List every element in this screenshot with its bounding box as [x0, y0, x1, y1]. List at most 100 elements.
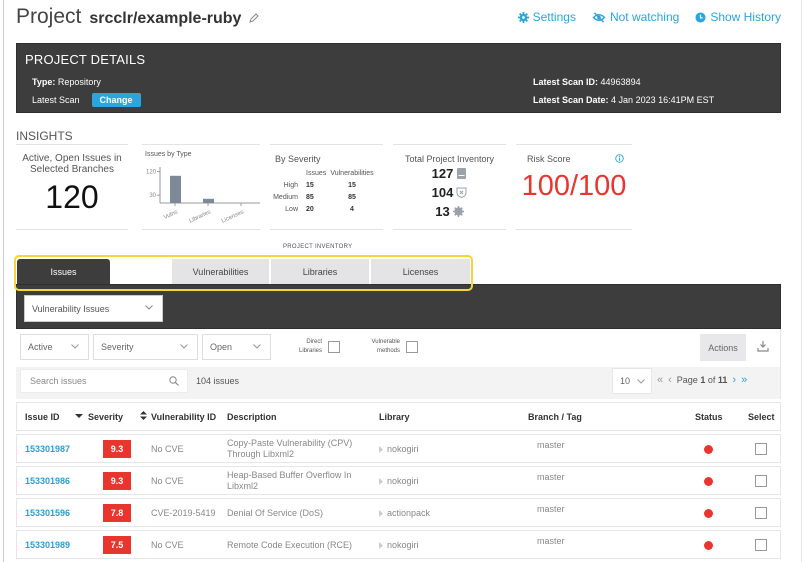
project-details-panel: PROJECT DETAILS Type: Repository Latest …	[16, 43, 781, 113]
description-line: Remote Code Execution (RCE)	[227, 540, 353, 550]
select-checkbox[interactable]	[755, 539, 767, 551]
watch-label: Not watching	[609, 10, 680, 24]
col-description: Description	[227, 412, 277, 422]
clock-icon	[695, 11, 706, 23]
vulnerable-methods-checkbox[interactable]	[406, 341, 418, 353]
severity-level: Medium	[273, 193, 298, 201]
active-issues-value: 120	[45, 179, 99, 215]
col-select: Select	[748, 412, 775, 422]
last-page-icon[interactable]: »	[741, 374, 747, 385]
left-border	[3, 0, 4, 562]
severity-issues: 15	[306, 181, 314, 189]
scrollbar-track[interactable]	[801, 0, 802, 562]
pagination: « ‹ Page 1 of 11 › »	[657, 374, 747, 385]
severity-badge: 7.8	[103, 504, 131, 522]
bar-libraries	[203, 198, 214, 203]
description: Denial Of Service (DoS)	[227, 508, 323, 519]
chevron-down-icon	[180, 344, 188, 349]
select-checkbox[interactable]	[755, 443, 767, 455]
library-name: nokogiri	[387, 444, 419, 454]
info-icon[interactable]	[615, 154, 624, 163]
issue-count: 104 issues	[196, 376, 240, 386]
chevron-down-icon	[637, 379, 645, 384]
show-history-link[interactable]: Show History	[695, 10, 781, 24]
by-severity-card: By Severity Issues Vulnerabilities High …	[270, 144, 383, 230]
col-issue-id[interactable]: Issue ID	[25, 412, 60, 422]
per-page-select[interactable]: 10	[612, 368, 652, 394]
sort-icon[interactable]	[140, 411, 147, 422]
scan-date-label: Latest Scan Date:	[533, 95, 609, 105]
pencil-icon[interactable]	[249, 13, 260, 23]
issue-id-link[interactable]: 153301596	[25, 508, 70, 518]
col-vulnerability-id[interactable]: Vulnerability ID	[151, 412, 216, 422]
table-row[interactable]: 153301989 7.5 No CVE Remote Code Executi…	[16, 530, 781, 559]
per-page-value: 10	[620, 376, 631, 386]
actions-button[interactable]: Actions	[700, 334, 746, 361]
description: Heap-Based Buffer Overflow In Libxml2	[227, 470, 351, 492]
latest-scan-date: Latest Scan Date: 4 Jan 2023 16:41PM EST	[533, 95, 714, 105]
project-type: Type: Repository	[32, 77, 101, 87]
table-row[interactable]: 153301596 7.8 CVE-2019-5419 Denial Of Se…	[16, 498, 781, 527]
vulnerabilities-count: 104	[431, 185, 454, 200]
search-icon	[169, 376, 179, 386]
change-scan-button[interactable]: Change	[91, 93, 141, 107]
next-page-icon[interactable]: ›	[732, 374, 736, 385]
direct-libraries-label-line: Libraries	[298, 348, 322, 354]
sort-desc-icon[interactable]	[75, 411, 83, 421]
branch-tag: master	[537, 440, 565, 450]
col-severity[interactable]: Severity	[88, 412, 123, 422]
description-line: Denial Of Service (DoS)	[227, 508, 324, 518]
risk-score-card: Risk Score 100/100	[516, 144, 632, 230]
library: nokogiri	[379, 540, 419, 550]
severity-level: High	[283, 181, 298, 189]
severity-table: Issues Vulnerabilities High 15 15 Medium…	[270, 167, 378, 215]
direct-libraries-checkbox[interactable]	[328, 341, 340, 353]
title-prefix: Project	[16, 5, 82, 28]
severity-vulns: 4	[350, 205, 354, 213]
issue-id-link[interactable]: 153301987	[25, 444, 70, 454]
severity-vulns: 85	[348, 193, 356, 201]
description: Copy-Paste Vulnerability (CPV) Through Li…	[227, 438, 352, 460]
issue-type-select[interactable]: Vulnerability Issues	[24, 295, 163, 322]
status-filter-value: Active	[28, 342, 53, 352]
library: actionpack	[379, 508, 430, 518]
y-tick-label: 30	[149, 193, 156, 199]
active-issues-label: Active, Open Issues in Selected Branches	[22, 153, 122, 175]
prev-page-icon[interactable]: ‹	[668, 374, 672, 385]
watch-toggle-link[interactable]: Not watching	[592, 10, 679, 24]
settings-label: Settings	[532, 10, 576, 24]
scan-date-value: 4 Jan 2023 16:41PM EST	[611, 95, 715, 105]
latest-scan-label: Latest Scan	[32, 95, 80, 105]
libraries-count: 127	[431, 166, 454, 181]
active-issues-card: Active, Open Issues in Selected Branches…	[16, 144, 128, 230]
severity-filter-select[interactable]: Severity	[93, 334, 198, 360]
issue-id-link[interactable]: 153301986	[25, 476, 70, 486]
table-row[interactable]: 153301987 9.3 No CVE Copy-Paste Vulnerab…	[16, 434, 781, 463]
table-row[interactable]: 153301986 9.3 No CVE Heap-Based Buffer O…	[16, 466, 781, 495]
select-checkbox[interactable]	[755, 475, 767, 487]
search-input[interactable]: Search issues	[20, 369, 188, 393]
first-page-icon[interactable]: «	[657, 374, 663, 385]
settings-link[interactable]: Settings	[517, 10, 576, 24]
library: nokogiri	[379, 476, 419, 486]
x-tick-label: Libraries	[188, 209, 211, 224]
status-filter-select[interactable]: Active	[20, 334, 89, 360]
col-issues: Issues	[306, 169, 327, 177]
issue-id-link[interactable]: 153301989	[25, 540, 70, 550]
severity-row-low: Low 20 4	[270, 203, 378, 215]
scan-id-value: 44963894	[600, 77, 641, 87]
page-of: of	[707, 375, 716, 385]
open-filter-select[interactable]: Open	[202, 334, 271, 360]
severity-badge: 7.5	[103, 536, 131, 554]
select-checkbox[interactable]	[755, 507, 767, 519]
shield-x-icon	[456, 187, 467, 198]
download-icon[interactable]	[757, 340, 769, 352]
severity-vulns: 15	[348, 181, 356, 189]
project-details-title: PROJECT DETAILS	[25, 52, 146, 67]
open-filter-value: Open	[210, 342, 233, 352]
header-links: Settings Not watching Show History	[517, 10, 781, 24]
severity-badge: 9.3	[103, 440, 131, 458]
eye-slash-icon	[592, 11, 606, 23]
issues-by-type-chart: 30 120 Vulns Libraries Licenses	[146, 167, 260, 225]
description-line: Libxml2	[227, 481, 259, 491]
